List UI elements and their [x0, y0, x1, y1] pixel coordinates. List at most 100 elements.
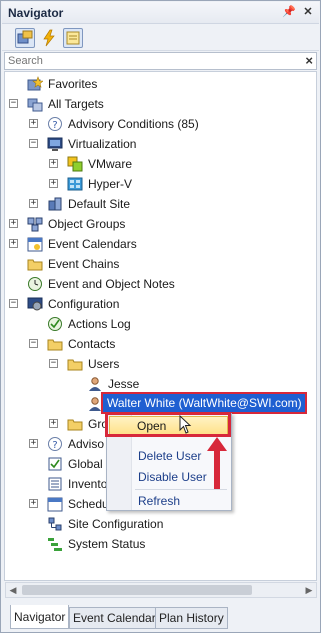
menu-item-disable-user[interactable]: Disable User [138, 470, 207, 484]
tree-node-hyperv[interactable]: + Hyper-V [5, 174, 305, 194]
expand-icon[interactable]: + [29, 499, 38, 508]
tree-label-actions-log: Actions Log [68, 317, 131, 331]
site-configuration-icon [48, 517, 62, 531]
tree-node-vmware[interactable]: + VMware [5, 154, 305, 174]
lightning-icon [43, 29, 55, 47]
tree-label-jesse: Jesse [108, 377, 140, 391]
expand-icon[interactable]: + [29, 119, 38, 128]
tree-node-event-object-notes[interactable]: Event and Object Notes [5, 274, 305, 294]
tree-label-event-object-notes: Event and Object Notes [48, 277, 175, 291]
tab-plan-history[interactable]: Plan History [155, 607, 228, 629]
close-icon[interactable]: ✕ [301, 5, 315, 19]
folder-open-icon [47, 339, 63, 351]
tree-node-advisory[interactable]: + ? Adviso [5, 434, 115, 454]
tree-node-user-jesse[interactable]: Jesse [5, 374, 305, 394]
tree-node-default-site[interactable]: + Default Site [5, 194, 305, 214]
tree-node-actions-log[interactable]: Actions Log [5, 314, 305, 334]
tree-node-contacts[interactable]: − Contacts [5, 334, 305, 354]
tree-node-event-chains[interactable]: Event Chains [5, 254, 305, 274]
expand-icon[interactable]: + [49, 179, 58, 188]
tree-label-object-groups: Object Groups [48, 217, 126, 231]
tree-label-site-configuration: Site Configuration [68, 517, 164, 531]
collapse-icon[interactable]: − [9, 99, 18, 108]
tree-label-advisory-conditions: Advisory Conditions (85) [68, 117, 199, 131]
expand-icon[interactable]: + [9, 219, 18, 228]
search-box: × [4, 52, 317, 70]
tree-node-event-calendars[interactable]: + Event Calendars [5, 234, 305, 254]
tree-label-advisory: Adviso [68, 437, 105, 451]
advisory-icon: ? [48, 117, 62, 131]
tree-node-site-configuration[interactable]: Site Configuration [5, 514, 305, 534]
expand-icon[interactable]: + [29, 439, 38, 448]
tree-node-groups[interactable]: + Gro [5, 414, 115, 434]
open-highlight-box [105, 412, 231, 437]
tab-navigator[interactable]: Navigator [10, 605, 70, 629]
expand-icon[interactable]: + [49, 159, 58, 168]
collapse-icon[interactable]: − [9, 299, 18, 308]
scroll-left-icon[interactable]: ◀ [7, 585, 19, 595]
expand-icon[interactable]: + [49, 419, 58, 428]
tree-label-default-site: Default Site [68, 197, 131, 211]
svg-text:?: ? [52, 120, 57, 131]
notes-button[interactable] [63, 28, 83, 48]
tree-node-all-targets[interactable]: − All Targets [5, 94, 305, 114]
tree-node-configuration[interactable]: − Configuration [5, 294, 305, 314]
folder-icon [27, 259, 43, 271]
actions-log-icon [48, 317, 62, 331]
scrollbar-thumb[interactable] [22, 585, 252, 595]
user-icon [89, 377, 101, 391]
tree-node-global[interactable]: Global [5, 454, 115, 474]
tree-node-walter-selected[interactable]: Walter White (WaltWhite@SWI.com) [101, 392, 307, 414]
monitor-icon [47, 137, 63, 151]
svg-text:?: ? [52, 440, 57, 451]
tree-node-virtualization[interactable]: − Virtualization [5, 134, 305, 154]
system-status-icon [48, 538, 62, 551]
collapse-icon[interactable]: − [49, 359, 58, 368]
annotation-arrow-icon [207, 437, 227, 489]
collapse-icon[interactable]: − [29, 339, 38, 348]
object-groups-icon [27, 217, 43, 232]
tree-label-contacts: Contacts [68, 337, 116, 351]
menu-item-delete-user[interactable]: Delete User [138, 449, 201, 463]
tree-label-global: Global [68, 457, 103, 471]
targets-view-icon [17, 30, 33, 44]
site-icon [48, 197, 62, 211]
scroll-right-icon[interactable]: ▶ [303, 585, 315, 595]
tree-node-users[interactable]: − Users [5, 354, 305, 374]
pin-icon[interactable]: 📌 [282, 5, 296, 19]
lightning-button[interactable] [39, 28, 59, 48]
search-input[interactable] [8, 54, 288, 68]
vmware-icon [67, 156, 83, 172]
cursor-icon [179, 415, 192, 434]
menu-item-refresh[interactable]: Refresh [138, 494, 180, 508]
tab-event-calendar[interactable]: Event Calendar [69, 607, 160, 629]
panel-title: Navigator [8, 6, 64, 20]
horizontal-scrollbar[interactable]: ◀ ▶ [5, 582, 317, 598]
bottom-tabs: Navigator Event Calendar Plan History [2, 605, 319, 631]
inventory-icon [48, 477, 62, 491]
tree-label-walter: Walter White (WaltWhite@SWI.com) [107, 396, 302, 410]
panel-titlebar: Navigator 📌 ✕ [2, 2, 319, 24]
tree-node-scheduled[interactable]: + Schedu [5, 494, 115, 514]
tree-label-system-status: System Status [68, 537, 146, 551]
calendar-icon [27, 237, 43, 252]
tree-node-inventory[interactable]: Invento [5, 474, 115, 494]
tree-node-user-walter[interactable] [5, 394, 101, 414]
tree-node-favorites[interactable]: Favorites [5, 74, 305, 94]
all-targets-icon [27, 98, 43, 112]
expand-icon[interactable]: + [29, 199, 38, 208]
tree-label-hyperv: Hyper-V [88, 177, 133, 191]
notes-clock-icon [28, 277, 42, 291]
expand-icon[interactable]: + [9, 239, 18, 248]
collapse-icon[interactable]: − [29, 139, 38, 148]
tree-label-inventory: Invento [68, 477, 108, 491]
tree-label-configuration: Configuration [48, 297, 120, 311]
configuration-icon [27, 297, 43, 311]
tree-node-advisory-conditions[interactable]: + ? Advisory Conditions (85) [5, 114, 305, 134]
tree-label-virtualization: Virtualization [68, 137, 137, 151]
clear-search-icon[interactable]: × [305, 53, 313, 68]
tree-node-system-status[interactable]: System Status [5, 534, 305, 554]
targets-view-button[interactable] [15, 28, 35, 48]
tree-node-object-groups[interactable]: + Object Groups [5, 214, 305, 234]
checklist-icon [48, 457, 62, 471]
